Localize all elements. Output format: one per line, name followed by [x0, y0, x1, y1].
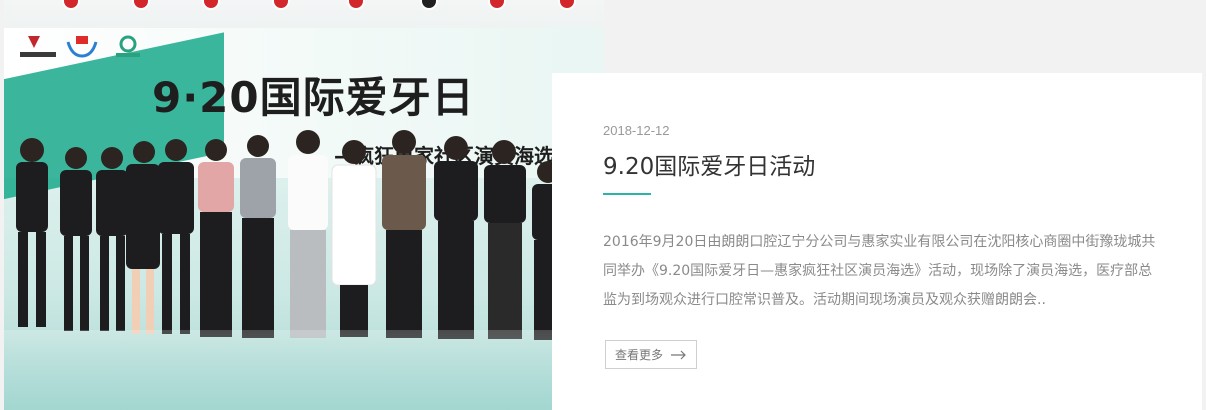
article-description: 2016年9月20日由朗朗口腔辽宁分公司与惠家实业有限公司在沈阳核心商圈中街豫珑…: [603, 234, 1156, 308]
top-background: [604, 0, 1206, 73]
arrow-right-icon: [671, 350, 686, 359]
event-photo: 9·20国际爱牙日 —疯狂惠家社区演员海选: [4, 0, 604, 410]
glass-floor: [4, 330, 604, 410]
view-more-button[interactable]: 查看更多: [605, 340, 697, 369]
article-title[interactable]: 9.20国际爱牙日活动: [603, 147, 815, 181]
article-date: 2018-12-12: [603, 123, 670, 138]
view-more-label: 查看更多: [614, 348, 663, 362]
title-underline: [603, 193, 651, 195]
article-card: 2018-12-12 9.20国际爱牙日活动 2016年9月20日由朗朗口腔辽宁…: [552, 73, 1202, 410]
